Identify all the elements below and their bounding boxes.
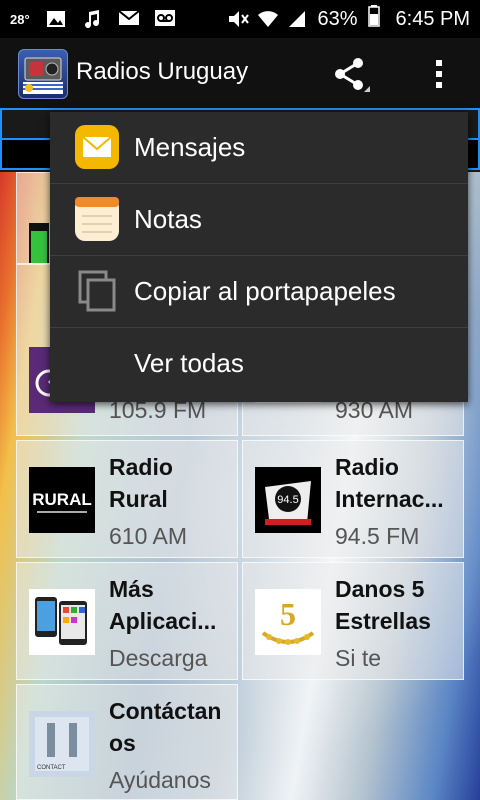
battery-percent: 63%: [317, 7, 358, 30]
signal-icon: [287, 9, 307, 29]
menu-item-copiar[interactable]: Copiar al portapapeles: [50, 256, 468, 328]
mail-notification-icon: [118, 9, 140, 29]
menu-item-mensajes[interactable]: Mensajes: [50, 112, 468, 184]
temperature: 28°: [10, 11, 30, 27]
clock: 6:45 PM: [395, 7, 470, 30]
card-sub: 610 AM: [109, 523, 187, 549]
card-sub: Ayúdanos: [109, 767, 211, 793]
thumb-contact: CONTACT: [29, 711, 95, 777]
svg-text:94.5: 94.5: [277, 494, 298, 506]
svg-text:5: 5: [280, 596, 296, 632]
menu-item-label: Copiar al portapapeles: [134, 276, 396, 306]
app-logo[interactable]: [18, 49, 68, 99]
card-title: Contáctan os: [109, 698, 222, 756]
app-title: Radios Uruguay: [76, 58, 249, 85]
card-sub: Si te: [335, 645, 382, 671]
copy-icon: [74, 268, 120, 314]
card-sub: 94.5 FM: [335, 523, 420, 549]
notes-icon: [74, 196, 120, 242]
wifi-icon: [257, 9, 279, 29]
thumb-internacional: 94.5: [255, 467, 321, 533]
voicemail-icon: [154, 9, 175, 29]
status-bar: 28° 63% 6:45 PM: [0, 0, 480, 38]
gallery-icon: [46, 9, 66, 29]
app-bar: Radios Uruguay: [0, 38, 480, 108]
card-title: Radio Internac...: [335, 454, 444, 512]
svg-text:RURAL: RURAL: [32, 490, 92, 509]
share-icon: [330, 58, 370, 96]
thumb-rural: RURAL: [29, 467, 95, 533]
menu-item-label: Mensajes: [134, 132, 246, 162]
card-title: Radio Rural: [109, 454, 173, 512]
svg-text:CONTACT: CONTACT: [37, 765, 66, 771]
more-vert-icon: [424, 60, 454, 98]
thumb-stars: 5: [255, 589, 321, 655]
card-sub: Descarga: [109, 645, 208, 671]
menu-item-notas[interactable]: Notas: [50, 184, 468, 256]
grid-card-6[interactable]: 5 Danos 5 Estrellas Si te: [242, 562, 464, 680]
mail-icon: [74, 124, 120, 170]
battery-icon: [367, 5, 380, 33]
card-title: Danos 5 Estrellas: [335, 576, 431, 634]
grid-card-5[interactable]: Más Aplicaci... Descarga: [16, 562, 238, 680]
grid-card-3[interactable]: RURAL Radio Rural 610 AM: [16, 440, 238, 558]
menu-item-label: Ver todas: [134, 348, 244, 378]
grid-card-4[interactable]: 94.5 Radio Internac... 94.5 FM: [242, 440, 464, 558]
music-icon: [82, 9, 102, 29]
grid-card-7[interactable]: CONTACT Contáctan os Ayúdanos: [16, 684, 238, 800]
more-options-button[interactable]: [424, 54, 454, 94]
menu-item-label: Notas: [134, 204, 202, 234]
thumb-more-apps: [29, 589, 95, 655]
mute-icon: [227, 9, 250, 29]
thumb-urbana: [29, 223, 49, 263]
share-menu: Mensajes Notas Copiar al portapapeles Ve…: [50, 112, 468, 402]
card-title: Más Aplicaci...: [109, 576, 217, 634]
share-button[interactable]: [330, 56, 370, 92]
menu-item-ver-todas[interactable]: Ver todas: [50, 328, 468, 400]
